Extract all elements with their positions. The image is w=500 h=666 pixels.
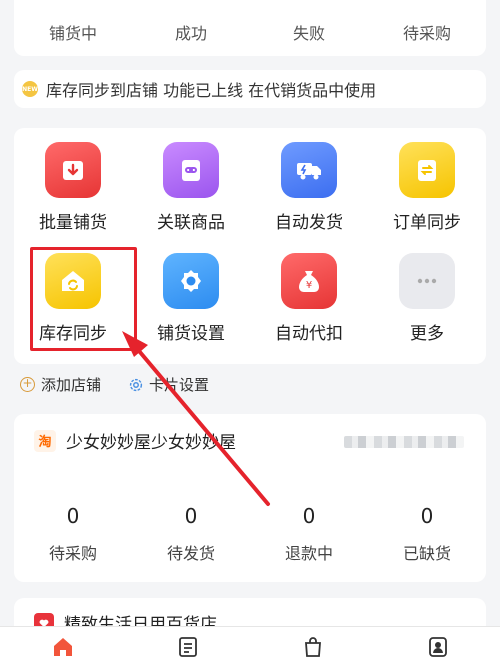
shop-stat-label: 待采购	[48, 544, 97, 563]
links-row: + 添加店铺 卡片设置	[20, 374, 235, 395]
svg-text:¥: ¥	[306, 280, 312, 291]
func-label: 库存同步	[39, 324, 107, 344]
nav-orders[interactable]	[125, 627, 250, 666]
announcement-icon: NEW	[22, 81, 38, 97]
func-auto-ship[interactable]: 自动发货	[250, 142, 368, 233]
nav-profile[interactable]	[375, 627, 500, 666]
shop-stat-value: 0	[302, 504, 316, 528]
order-sync-icon	[399, 142, 455, 198]
shop-stat-value: 0	[66, 504, 80, 528]
link-tag-icon	[163, 142, 219, 198]
func-label: 自动代扣	[275, 324, 343, 344]
func-stock-sync[interactable]: 库存同步	[14, 253, 132, 344]
function-grid: 批量铺货 关联商品 自动发货 订单同步 库存同步 铺货设置 ¥ 自动代扣 更多	[14, 128, 486, 364]
stat-success[interactable]: 323 成功	[132, 0, 250, 56]
box-download-icon	[45, 142, 101, 198]
stat-label: 铺货中	[48, 24, 97, 43]
shop-stat-label: 已缺货	[402, 544, 451, 563]
stat-failed[interactable]: 76 失败	[250, 0, 368, 56]
shop-stat-out-of-stock[interactable]: 0 已缺货	[368, 504, 486, 564]
shop-stat-label: 退款中	[284, 544, 333, 563]
stat-pending-purchase[interactable]: 1 待采购	[368, 0, 486, 56]
gear-outline-icon	[129, 378, 143, 391]
taobao-icon: 淘	[34, 429, 56, 452]
nav-home[interactable]	[0, 627, 125, 666]
shop-card[interactable]: 淘 少女妙妙屋少女妙妙屋 0 待采购 0 待发货 0 退款中 0 已缺货	[14, 414, 486, 582]
plus-circle-icon: +	[20, 377, 35, 392]
gear-icon	[163, 253, 219, 309]
func-label: 更多	[410, 324, 444, 344]
stat-label: 成功	[174, 24, 207, 43]
list-icon	[178, 637, 197, 657]
shop-stat-pending-purchase[interactable]: 0 待采购	[14, 504, 132, 564]
stat-distributing[interactable]: 0 铺货中	[14, 0, 132, 56]
shop-stat-refunding[interactable]: 0 退款中	[250, 504, 368, 564]
bottom-nav	[0, 626, 500, 666]
func-more[interactable]: 更多	[368, 253, 486, 344]
stat-label: 待采购	[402, 24, 451, 43]
money-bag-icon: ¥	[281, 253, 337, 309]
func-auto-deduct[interactable]: ¥ 自动代扣	[250, 253, 368, 344]
profile-icon	[428, 637, 447, 657]
func-distribute-settings[interactable]: 铺货设置	[132, 253, 250, 344]
nav-shop[interactable]	[250, 627, 375, 666]
shop-stat-pending-ship[interactable]: 0 待发货	[132, 504, 250, 564]
func-label: 关联商品	[157, 213, 225, 233]
notice-text: 库存同步到店铺 功能已上线 在代销货品中使用	[46, 81, 377, 100]
func-label: 批量铺货	[39, 213, 107, 233]
stats-card: 0 铺货中 323 成功 76 失败 1 待采购	[14, 0, 486, 56]
stock-sync-icon	[45, 253, 101, 309]
func-label: 订单同步	[393, 213, 461, 233]
redacted-shop-id	[344, 436, 464, 448]
shopping-bag-icon	[304, 637, 321, 657]
home-icon	[53, 638, 72, 656]
func-label: 自动发货	[275, 213, 343, 233]
func-link-products[interactable]: 关联商品	[132, 142, 250, 233]
add-shop-label: 添加店铺	[41, 376, 102, 394]
func-label: 铺货设置	[157, 324, 225, 344]
func-bulk-distribute[interactable]: 批量铺货	[14, 142, 132, 233]
shop-name: 少女妙妙屋少女妙妙屋	[66, 433, 236, 453]
add-shop-link[interactable]: + 添加店铺	[20, 374, 101, 395]
delivery-truck-icon	[281, 142, 337, 198]
stat-label: 失败	[292, 24, 325, 43]
card-settings-link[interactable]: 卡片设置	[127, 374, 209, 395]
more-dots-icon	[399, 253, 455, 309]
shop-stat-value: 0	[184, 504, 198, 528]
func-order-sync[interactable]: 订单同步	[368, 142, 486, 233]
notice-banner[interactable]: NEW 库存同步到店铺 功能已上线 在代销货品中使用	[14, 70, 486, 108]
shop-stat-label: 待发货	[166, 544, 215, 563]
card-settings-label: 卡片设置	[149, 376, 210, 394]
shop-stat-value: 0	[420, 504, 434, 528]
